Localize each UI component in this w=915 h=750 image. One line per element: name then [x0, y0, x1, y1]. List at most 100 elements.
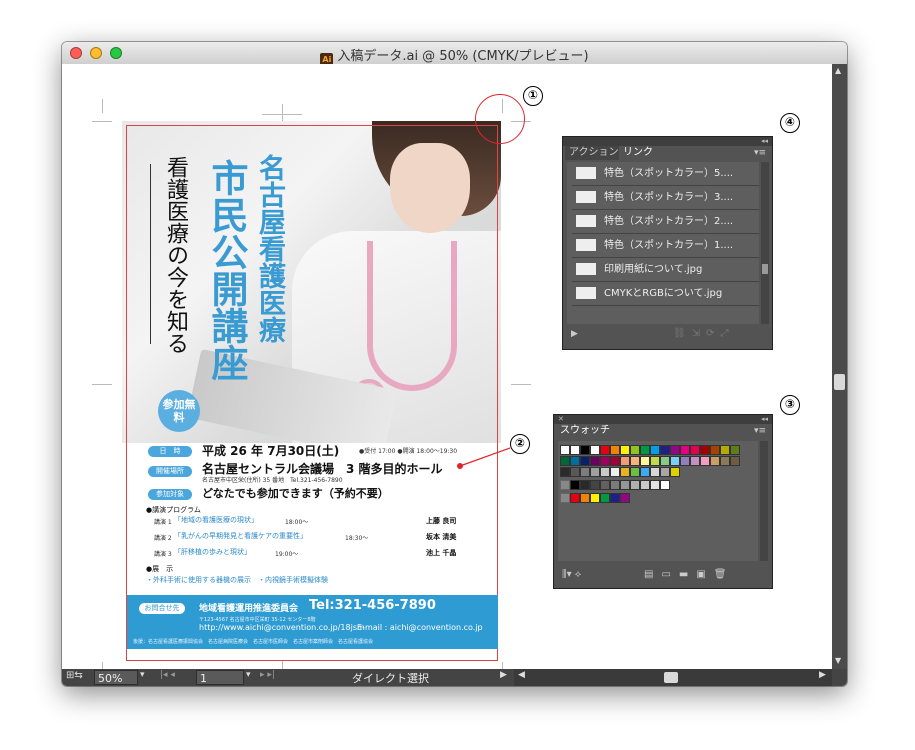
color-swatch[interactable] — [710, 456, 720, 466]
swatch-tools-icons[interactable]: ▤▭▬▣🗑 — [644, 569, 735, 580]
color-swatch[interactable] — [650, 456, 660, 466]
color-swatch[interactable] — [640, 456, 650, 466]
color-swatch[interactable] — [660, 480, 670, 490]
scroll-left-icon[interactable]: ◀ — [518, 670, 525, 680]
color-swatch[interactable] — [720, 445, 730, 455]
page-dropdown-icon[interactable]: ▾ — [246, 670, 251, 680]
color-swatch[interactable] — [730, 445, 740, 455]
color-swatch[interactable] — [630, 467, 640, 477]
color-swatch[interactable] — [620, 445, 630, 455]
color-swatch[interactable] — [720, 456, 730, 466]
color-swatch[interactable] — [600, 480, 610, 490]
panel-menu-icon[interactable]: ▾≡ — [754, 426, 766, 436]
color-swatch[interactable] — [610, 493, 620, 503]
swatches-scrollbar[interactable] — [760, 441, 768, 561]
color-swatch[interactable] — [700, 445, 710, 455]
panel-menu-icon[interactable]: ▾≡ — [754, 148, 766, 158]
links-scrollbar[interactable] — [761, 162, 769, 324]
color-swatch[interactable] — [660, 456, 670, 466]
color-swatch[interactable] — [650, 467, 660, 477]
poster-org[interactable]: 名古屋看護医療 — [250, 154, 285, 343]
color-swatch[interactable] — [690, 445, 700, 455]
color-swatch[interactable] — [560, 467, 570, 477]
color-swatch[interactable] — [590, 467, 600, 477]
color-swatch[interactable] — [660, 467, 670, 477]
scroll-down-icon[interactable]: ▼ — [835, 656, 841, 665]
color-swatch[interactable] — [590, 493, 600, 503]
color-swatch[interactable] — [580, 480, 590, 490]
color-swatch[interactable] — [570, 445, 580, 455]
color-swatch[interactable] — [570, 480, 580, 490]
scroll-right-icon[interactable]: ▶ — [819, 670, 826, 680]
page-field[interactable]: 1 — [196, 670, 244, 685]
arrange-icon[interactable]: ⊞⇆ — [66, 670, 83, 681]
link-item[interactable]: 特色（スポットカラー）5.... — [572, 162, 759, 186]
color-swatch[interactable] — [590, 456, 600, 466]
color-swatch[interactable] — [600, 445, 610, 455]
poster-title[interactable]: 市民公開講座 — [204, 159, 248, 381]
free-badge[interactable]: 参加無料 — [158, 390, 200, 432]
horizontal-scroll-thumb[interactable] — [664, 672, 678, 683]
color-swatch[interactable] — [670, 456, 680, 466]
play-icon[interactable]: ▶ — [571, 329, 578, 339]
color-swatch[interactable] — [620, 467, 630, 477]
last-page-icon[interactable]: ▸ ▸| — [260, 670, 275, 680]
status-menu-icon[interactable]: ▶ — [500, 670, 507, 680]
program-title-3[interactable]: 「肝移植の歩みと現状」 — [174, 547, 251, 557]
color-swatch[interactable] — [630, 480, 640, 490]
swatch-folder-icon[interactable] — [560, 493, 570, 503]
horizontal-scrollbar[interactable]: ◀ ▶ — [514, 669, 832, 686]
color-swatch[interactable] — [560, 445, 570, 455]
exhibit-items[interactable]: ・外科手術に使用する器機の展示 ・内視鏡手術模擬体験 — [146, 575, 328, 585]
panel-header[interactable]: ◂◂ — [563, 137, 772, 146]
zoom-dropdown-icon[interactable]: ▾ — [140, 670, 145, 680]
color-swatch[interactable] — [580, 467, 590, 477]
date-text[interactable]: 平成 26 年 7月30日(土) — [202, 442, 339, 459]
color-swatch[interactable] — [560, 456, 570, 466]
color-swatch[interactable] — [640, 480, 650, 490]
program-title-2[interactable]: 「乳がんの早期発見と看護ケアの重要性」 — [174, 531, 307, 541]
title-bar[interactable]: Ai 入稿データ.ai @ 50% (CMYK/プレビュー) — [62, 42, 847, 66]
poster-footer[interactable]: お問合せ先 地域看護運用推進委員会 Tel:321-456-7890 〒123-… — [127, 595, 498, 649]
color-swatch[interactable] — [640, 445, 650, 455]
color-swatch[interactable] — [680, 456, 690, 466]
color-swatch[interactable] — [570, 467, 580, 477]
links-list[interactable]: 特色（スポットカラー）5.... 特色（スポットカラー）3.... 特色（スポッ… — [567, 162, 759, 324]
color-swatch[interactable] — [680, 445, 690, 455]
color-swatch[interactable] — [730, 456, 740, 466]
color-swatch[interactable] — [690, 456, 700, 466]
swatch-library-icon[interactable]: ⫼▾ ⟡ — [562, 569, 581, 580]
color-swatch[interactable] — [570, 456, 580, 466]
color-swatch[interactable] — [620, 456, 630, 466]
zoom-field[interactable]: 50% — [94, 670, 138, 685]
swatch-folder-icon[interactable] — [560, 480, 570, 490]
color-swatch[interactable] — [650, 445, 660, 455]
color-swatch[interactable] — [620, 480, 630, 490]
vertical-scrollbar[interactable]: ▲ ▼ — [832, 64, 847, 669]
color-swatch[interactable] — [580, 493, 590, 503]
first-page-icon[interactable]: |◂ ◂ — [160, 670, 175, 680]
link-item[interactable]: 特色（スポットカラー）3.... — [572, 186, 759, 210]
color-swatch[interactable] — [700, 456, 710, 466]
panel-header[interactable]: ✕ ◂◂ — [554, 415, 772, 424]
color-swatch[interactable] — [610, 445, 620, 455]
link-item[interactable]: 印刷用紙について.jpg — [572, 258, 759, 282]
color-swatch[interactable] — [580, 445, 590, 455]
scroll-up-icon[interactable]: ▲ — [835, 66, 841, 75]
links-panel[interactable]: ◂◂ アクション リンク ▾≡ 特色（スポットカラー）5.... 特色（スポット… — [562, 136, 773, 350]
swatches-panel[interactable]: ✕ ◂◂ スウォッチ ▾≡ ⫼▾ ⟡ ▤▭▬▣🗑 — [553, 414, 773, 589]
color-swatch[interactable] — [610, 480, 620, 490]
vertical-scroll-thumb[interactable] — [834, 374, 845, 390]
tab-swatches[interactable]: スウォッチ — [556, 424, 614, 438]
color-swatch[interactable] — [600, 456, 610, 466]
color-swatch[interactable] — [610, 467, 620, 477]
color-swatch[interactable] — [580, 456, 590, 466]
link-tools-icons[interactable]: ⛓⇲⟳⤢ — [673, 328, 734, 339]
color-swatch[interactable] — [590, 480, 600, 490]
target-text[interactable]: どなたでも参加できます（予約不要） — [202, 485, 389, 501]
color-swatch[interactable] — [640, 467, 650, 477]
color-swatch[interactable] — [620, 493, 630, 503]
swatch-grid[interactable] — [558, 441, 758, 561]
color-swatch[interactable] — [670, 467, 680, 477]
tab-links[interactable]: リンク — [619, 146, 657, 160]
